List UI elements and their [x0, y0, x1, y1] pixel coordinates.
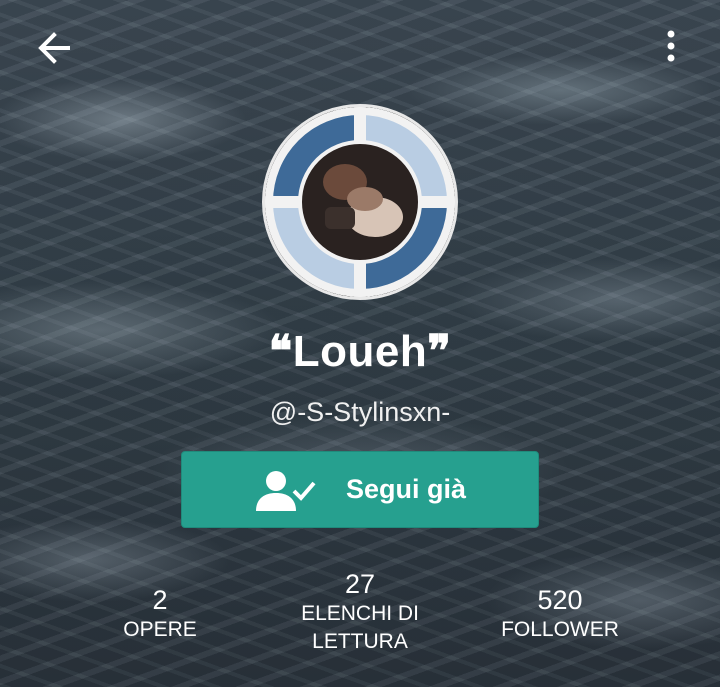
display-name: ❝Loueh❞ — [268, 327, 452, 376]
stat-reading-lists[interactable]: 27 ELENCHI DI LETTURA — [270, 568, 450, 656]
stat-label: OPERE — [123, 618, 197, 641]
stat-value: 2 — [152, 585, 168, 615]
stat-label: FOLLOWER — [501, 618, 619, 641]
username: @-S-Stylinsxn- — [269, 397, 451, 427]
overflow-menu-button[interactable] — [656, 28, 686, 68]
stat-value: 27 — [344, 569, 376, 599]
follow-button[interactable]: Segui già — [181, 451, 539, 528]
stat-value: 520 — [537, 585, 583, 615]
avatar-image — [265, 107, 455, 297]
avatar[interactable] — [262, 104, 458, 300]
back-button[interactable] — [34, 28, 74, 68]
stat-followers[interactable]: 520 FOLLOWER — [480, 584, 640, 644]
stat-label: ELENCHI DI LETTURA — [301, 602, 419, 653]
follow-button-label: Segui già — [345, 474, 467, 504]
more-vertical-icon — [667, 30, 675, 62]
arrow-left-icon — [38, 32, 70, 64]
stat-works[interactable]: 2 OPERE — [90, 584, 230, 644]
user-check-icon — [255, 470, 316, 511]
